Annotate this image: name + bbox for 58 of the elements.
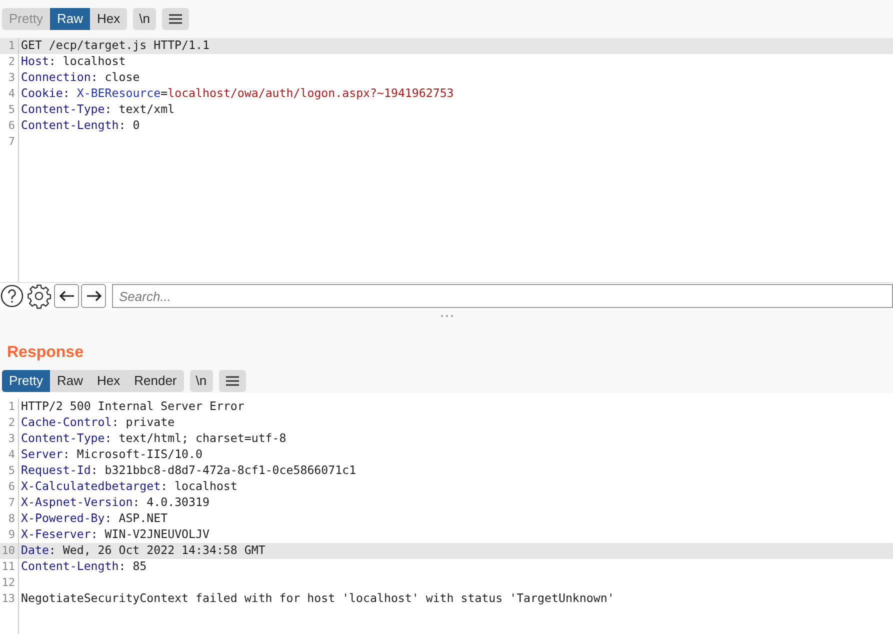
code-line: Connection: close <box>18 70 140 86</box>
line-number: 3 <box>7 430 16 447</box>
line-number: 5 <box>7 462 16 479</box>
code-line: Content-Type: text/html; charset=utf-8 <box>18 431 286 447</box>
view-tab[interactable]: Raw <box>50 370 90 392</box>
code-line: Host: localhost <box>18 54 126 70</box>
code-line: Date: Wed, 26 Oct 2022 14:34:58 GMT <box>18 543 266 559</box>
code-line: Server: Microsoft-IIS/10.0 <box>18 447 202 463</box>
code-line: X-Aspnet-Version: 4.0.30319 <box>18 495 210 511</box>
help-icon[interactable] <box>0 284 24 308</box>
line-number: 9 <box>7 526 16 543</box>
menu-button[interactable] <box>218 370 246 392</box>
code-line: Content-Type: text/xml <box>18 102 175 118</box>
code-line: Content-Length: 0 <box>18 118 140 134</box>
line-number: 12 <box>0 574 16 591</box>
view-tab[interactable]: Hex <box>90 370 128 392</box>
line-number: 6 <box>7 478 16 495</box>
response-title: Response <box>7 343 84 363</box>
code-line: Cookie: X-BEResource=localhost/owa/auth/logon.aspx?~1941962753 <box>18 86 454 102</box>
line-number: 13 <box>0 590 16 607</box>
view-tab[interactable]: Pretty <box>2 370 50 392</box>
line-number: 8 <box>7 510 16 527</box>
code-line: Request-Id: b321bbc8-d8d7-472a-8cf1-0ce5866071c1 <box>18 463 356 479</box>
code-line: X-Calculatedbetarget: localhost <box>18 479 238 495</box>
line-number: 3 <box>7 70 16 86</box>
search-field[interactable]: Search... <box>112 284 893 308</box>
line-number: 2 <box>7 54 16 70</box>
code-line: HTTP/2 500 Internal Server Error <box>18 399 244 415</box>
code-line: GET /ecp/target.js HTTP/1.1 <box>18 38 210 54</box>
line-number: 5 <box>7 102 16 118</box>
line-number: 1 <box>7 38 16 54</box>
view-tab[interactable]: Render <box>127 370 184 392</box>
code-line: Cache-Control: private <box>18 415 175 431</box>
line-number: 2 <box>7 414 16 431</box>
left-arrow-icon <box>58 290 74 302</box>
line-number: 7 <box>7 494 16 511</box>
menu-icon <box>226 376 239 386</box>
right-arrow-icon <box>86 290 102 302</box>
view-tab[interactable]: Hex <box>90 8 128 30</box>
line-number: 4 <box>7 86 16 102</box>
line-number: 11 <box>0 558 16 575</box>
line-number: 10 <box>0 542 16 559</box>
newline-toggle-button[interactable]: \n <box>190 370 213 392</box>
line-number: 1 <box>7 398 16 415</box>
forward-button[interactable] <box>81 284 106 308</box>
newline-toggle-button[interactable]: \n <box>133 8 156 30</box>
view-tab[interactable]: Raw <box>50 8 90 30</box>
menu-button[interactable] <box>162 8 189 30</box>
back-button[interactable] <box>54 284 79 308</box>
settings-icon[interactable] <box>26 283 52 309</box>
code-line: NegotiateSecurityContext failed with for host 'localhost' with status 'TargetUnknown' <box>18 591 614 607</box>
code-line: X-Powered-By: ASP.NET <box>18 511 168 527</box>
line-number: 7 <box>7 134 16 150</box>
splitter-handle-icon[interactable] <box>440 314 454 318</box>
code-line: Content-Length: 85 <box>18 559 147 575</box>
line-number: 4 <box>7 446 16 463</box>
menu-icon <box>168 14 182 24</box>
line-number: 6 <box>7 118 16 134</box>
